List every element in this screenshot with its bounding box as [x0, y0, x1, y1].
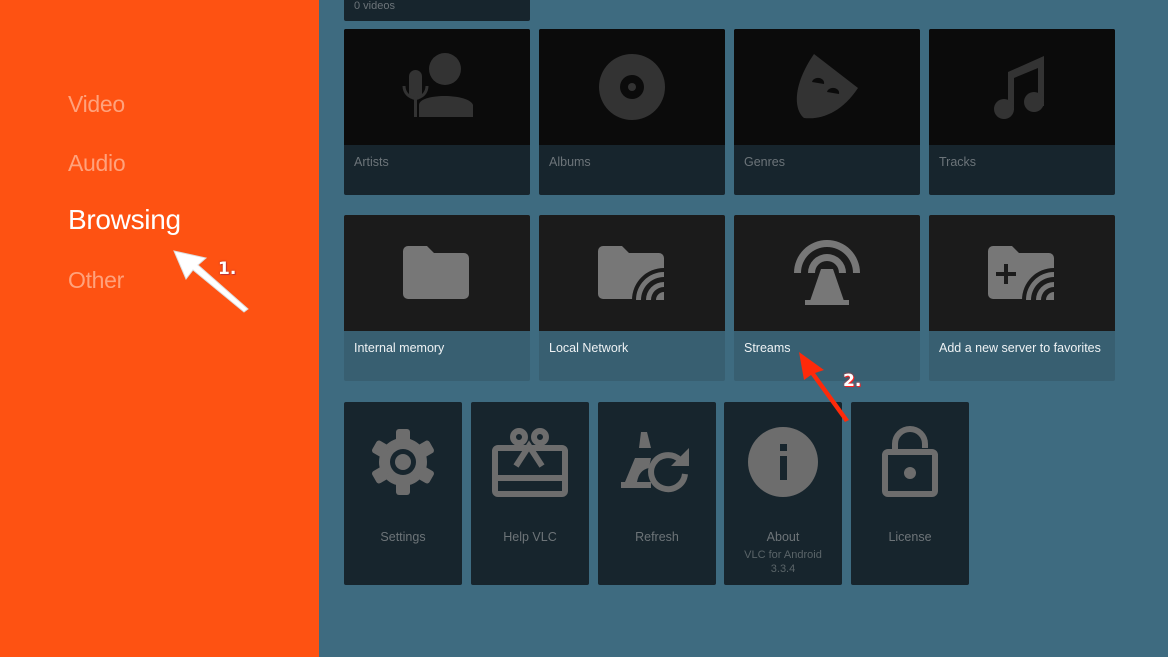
annotation-overlay	[173, 250, 849, 422]
annotation-arrow-2	[799, 352, 849, 422]
annotation-arrow-1	[173, 250, 249, 313]
annotation-step-1: 1.	[218, 259, 237, 279]
annotation-step-2: 2.	[843, 371, 862, 391]
